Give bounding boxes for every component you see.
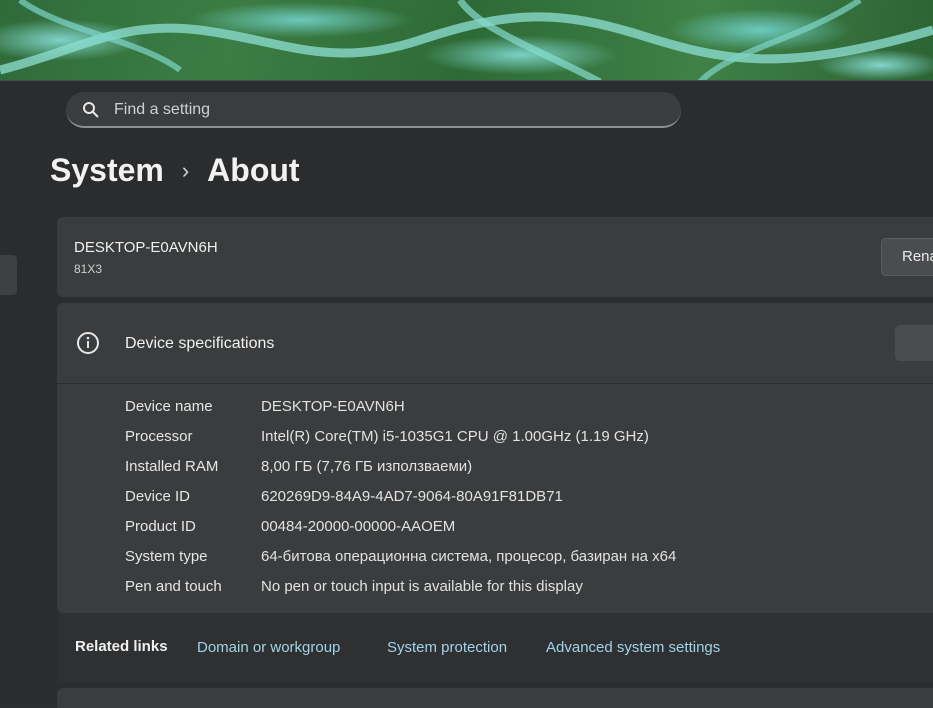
- spec-row: Device ID 620269D9-84A9-4AD7-9064-80A91F8…: [125, 488, 676, 518]
- advanced-system-settings-link[interactable]: Advanced system settings: [546, 639, 720, 656]
- spec-row: Installed RAM 8,00 ГБ (7,76 ГБ използваем…: [125, 458, 676, 488]
- info-icon: [77, 332, 99, 354]
- spec-value: DESKTOP-E0AVN6H: [261, 398, 405, 415]
- device-specifications-card: Device specifications Device name DESKTOP…: [57, 303, 933, 613]
- spec-key: Installed RAM: [125, 458, 219, 475]
- related-links-label: Related links: [75, 638, 168, 655]
- spec-key: Device ID: [125, 488, 191, 505]
- page-title: About: [207, 152, 300, 188]
- spec-value: Intel(R) Core(TM) i5-1035G1 CPU @ 1.00GH…: [261, 428, 649, 445]
- spec-key: Device name: [125, 398, 213, 415]
- breadcrumb: System › About: [50, 152, 300, 189]
- device-model: 81X3: [74, 262, 103, 276]
- system-protection-link[interactable]: System protection: [387, 639, 507, 656]
- spec-value: 8,00 ГБ (7,76 ГБ използваеми): [261, 458, 473, 475]
- specs-title: Device specifications: [125, 335, 275, 352]
- spec-key: Pen and touch: [125, 578, 222, 595]
- related-links-bar: Related links Domain or workgroup System…: [57, 613, 933, 683]
- next-card: [57, 688, 933, 708]
- spec-key: Product ID: [125, 518, 196, 535]
- domain-workgroup-link[interactable]: Domain or workgroup: [197, 639, 340, 656]
- sidebar-collapsed-tab[interactable]: [0, 255, 17, 295]
- copy-button[interactable]: [895, 325, 933, 361]
- spec-value: 620269D9-84A9-4AD7-9064-80A91F81DB71: [261, 488, 563, 505]
- spec-value: 00484-20000-00000-AAOEM: [261, 518, 456, 535]
- spec-row: System type 64-битова операционна система…: [125, 548, 676, 578]
- spec-key: System type: [125, 548, 208, 565]
- pc-name: DESKTOP-E0AVN6H: [74, 239, 218, 256]
- desktop-wallpaper: [0, 0, 933, 82]
- breadcrumb-system[interactable]: System: [50, 152, 164, 189]
- chevron-right-icon: ›: [181, 157, 190, 183]
- search-input[interactable]: Find a setting: [66, 92, 681, 128]
- spec-value: 64-битова операционна система, процесор,…: [261, 548, 677, 565]
- search-placeholder: Find a setting: [114, 101, 211, 118]
- spec-value: No pen or touch input is available for t…: [261, 578, 583, 595]
- spec-row: Pen and touch No pen or touch input is av…: [125, 578, 676, 608]
- rename-button[interactable]: Rena: [881, 238, 933, 276]
- specs-header[interactable]: Device specifications: [57, 303, 933, 384]
- specs-list: Device name DESKTOP-E0AVN6H Processor Inte…: [125, 398, 676, 608]
- spec-row: Processor Intel(R) Core(TM) i5-1035G1 CPU…: [125, 428, 676, 458]
- spec-row: Device name DESKTOP-E0AVN6H: [125, 398, 676, 428]
- search-icon: [83, 102, 99, 118]
- device-name-card: DESKTOP-E0AVN6H 81X3 Rena: [57, 217, 933, 297]
- spec-row: Product ID 00484-20000-00000-AAOEM: [125, 518, 676, 548]
- spec-key: Processor: [125, 428, 193, 445]
